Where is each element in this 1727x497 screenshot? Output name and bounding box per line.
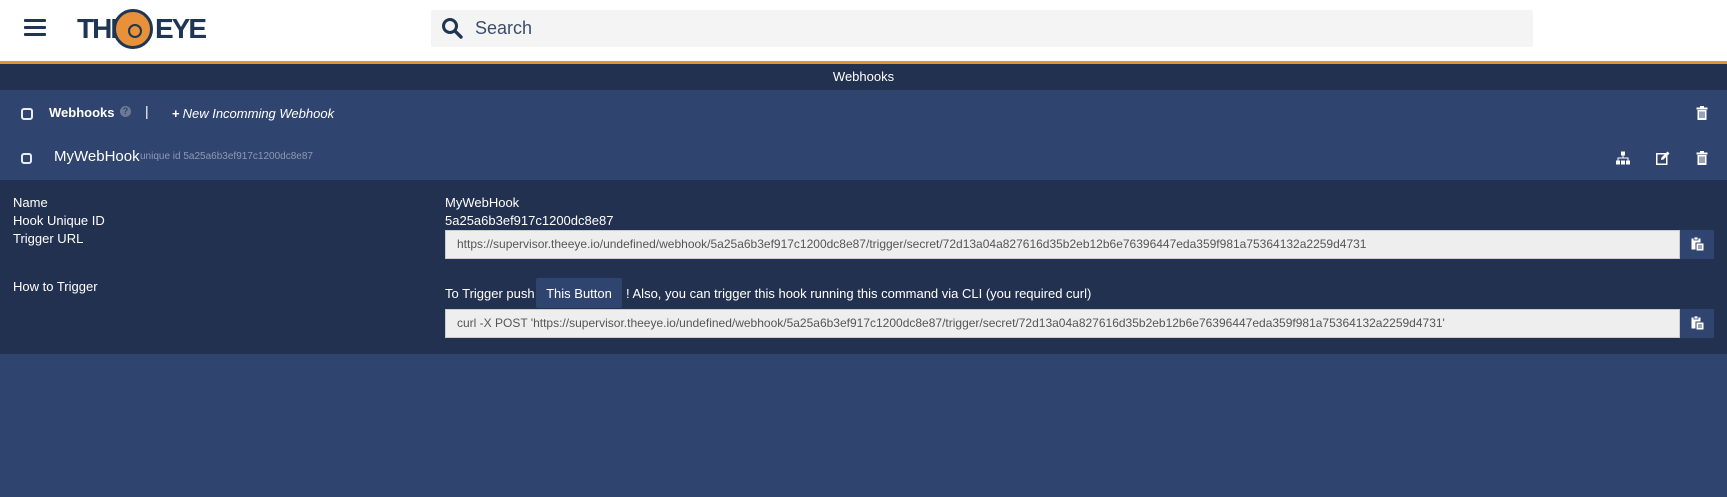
webhook-row[interactable]: MyWebHook unique id 5a25a6b3ef917c1200dc… [0,136,1727,180]
logo-eye-icon [113,9,153,49]
webhook-unique-id: unique id 5a25a6b3ef917c1200dc8e87 [140,151,313,162]
toolbar-title: Webhooks [49,105,115,120]
webhook-row-checkbox[interactable] [21,153,32,164]
workflow-sitemap-icon[interactable] [1616,151,1630,165]
how-to-trigger-suffix: ! Also, you can trigger this hook runnin… [626,286,1092,301]
clipboard-icon [1691,316,1704,330]
help-icon[interactable]: ? [120,106,131,117]
name-label: Name [13,195,48,210]
toolbar-divider: | [145,103,149,119]
theeye-logo[interactable]: THE EYE [77,7,207,51]
search-input[interactable] [475,10,1515,47]
copy-trigger-url-button[interactable] [1680,230,1714,259]
section-title: Webhooks [0,64,1727,90]
webhooks-toolbar: Webhooks ? | + New Incomming Webhook [0,90,1727,136]
curl-command-field[interactable]: curl -X POST 'https://supervisor.theeye.… [445,309,1680,338]
trigger-url-field[interactable]: https://supervisor.theeye.io/undefined/w… [445,230,1680,259]
hamburger-menu-icon[interactable] [24,19,46,37]
clipboard-icon [1691,237,1704,251]
new-webhook-button[interactable]: + New Incomming Webhook [172,106,334,121]
copy-curl-command-button[interactable] [1680,309,1714,338]
search-bar [431,10,1533,47]
top-bar: THE EYE [0,0,1727,61]
hook-unique-id-value: 5a25a6b3ef917c1200dc8e87 [445,213,614,228]
new-webhook-label: New Incomming Webhook [182,106,335,121]
webhook-details-panel: Name MyWebHook Hook Unique ID 5a25a6b3ef… [0,180,1727,354]
plus-icon: + [172,106,180,121]
trigger-this-button[interactable]: This Button [536,278,622,308]
search-icon[interactable] [441,17,463,39]
delete-selected-trash-icon[interactable] [1695,106,1709,120]
logo-text-eye: EYE [155,13,207,44]
delete-webhook-trash-icon[interactable] [1695,151,1709,165]
select-all-checkbox[interactable] [21,108,33,120]
how-to-trigger-label: How to Trigger [13,279,98,294]
edit-icon[interactable] [1656,151,1670,165]
webhook-name: MyWebHook [54,148,140,165]
hook-unique-id-label: Hook Unique ID [13,213,105,228]
how-to-trigger-prefix: To Trigger push [445,286,535,301]
name-value: MyWebHook [445,195,520,210]
trigger-url-label: Trigger URL [13,231,84,246]
